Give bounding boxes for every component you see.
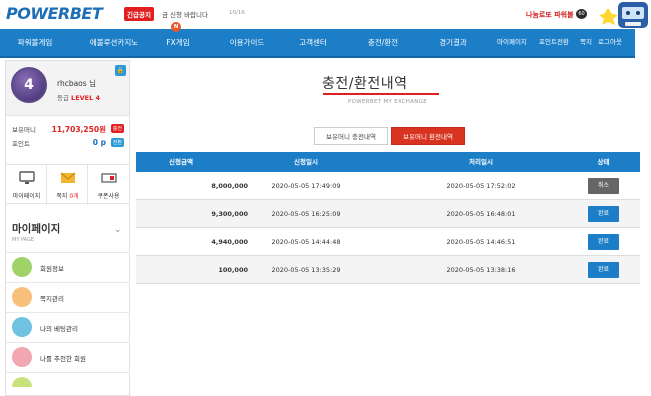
row-requested: 2020-05-05 13:35:29 bbox=[271, 266, 341, 274]
avatar: 4 bbox=[11, 67, 47, 103]
quick-coupon-button[interactable]: 쿠폰사용 bbox=[88, 165, 129, 205]
message-label: 쪽지 bbox=[56, 193, 68, 200]
nav-evolution-casino[interactable]: 에볼루션카지노 bbox=[72, 29, 156, 56]
header-status: 상태 bbox=[597, 158, 610, 166]
menu-referred-members-label: 나를 추천한 회원 bbox=[40, 355, 86, 363]
nav-point-convert-link[interactable]: 포인트전환 bbox=[539, 29, 569, 56]
title-underline bbox=[323, 93, 439, 95]
powerbet-logo[interactable]: POWERBET bbox=[6, 4, 103, 23]
row-processed: 2020-05-05 17:52:02 bbox=[446, 182, 516, 190]
status-complete-badge[interactable]: 완료 bbox=[588, 234, 619, 250]
timer-icon: 60 bbox=[576, 9, 587, 19]
mascot-character-icon bbox=[599, 2, 648, 28]
status-complete-badge[interactable]: 완료 bbox=[588, 206, 619, 222]
notice-counter: 10/16 bbox=[229, 10, 245, 16]
point-value: 0 p bbox=[92, 138, 106, 147]
quick-message-button[interactable]: 쪽지 0개 bbox=[47, 165, 88, 205]
row-amount: 8,000,000 bbox=[211, 182, 248, 190]
row-amount: 100,000 bbox=[218, 266, 248, 274]
nav-mypage-link[interactable]: 마이페이지 bbox=[497, 29, 527, 56]
row-requested: 2020-05-05 16:25:09 bbox=[271, 210, 341, 218]
money-row: 보유머니 11,703,250원 충전 bbox=[12, 124, 124, 134]
menu-message-manage[interactable]: 쪽지관리 bbox=[6, 282, 129, 311]
table-row: 8,000,000 2020-05-05 17:49:09 2020-05-05… bbox=[136, 172, 640, 200]
point-row: 포인트 0 p 전환 bbox=[12, 138, 124, 148]
nav-deposit-withdraw[interactable]: 충전/환전 bbox=[352, 29, 414, 56]
table-header: 신청금액 신청일시 처리일시 상태 bbox=[136, 152, 640, 172]
betting-person-icon bbox=[12, 317, 32, 337]
nav-user-guide[interactable]: 이용가이드 bbox=[213, 29, 281, 56]
message-count: 0개 bbox=[69, 193, 79, 200]
tab-withdraw-history[interactable]: 보유머니 환전내역 bbox=[391, 127, 465, 145]
header-processed: 처리일시 bbox=[469, 158, 493, 166]
table-row: 9,300,000 2020-05-05 16:25:09 2020-05-05… bbox=[136, 200, 640, 228]
mypage-section-title: 마이페이지 bbox=[12, 223, 61, 235]
money-value: 11,703,250원 bbox=[51, 125, 106, 134]
cancel-button[interactable]: 취소 bbox=[588, 178, 619, 194]
quick-menu: 마이페이지 쪽지 0개 쿠폰사용 bbox=[6, 164, 129, 205]
header-requested: 신청일시 bbox=[294, 158, 318, 166]
row-amount: 4,940,000 bbox=[211, 238, 248, 246]
coupon-icon bbox=[101, 173, 117, 183]
menu-referred-members[interactable]: 나를 추천한 회원 bbox=[6, 342, 129, 371]
profile-card: 4 rhcbaos 님 등급 LEVEL 4 🔒 bbox=[6, 61, 129, 116]
logo-text-bet: BET bbox=[69, 4, 103, 23]
username: rhcbaos 님 bbox=[57, 79, 96, 88]
nav-fx-game[interactable]: FX게임 bbox=[150, 29, 206, 56]
menu-member-info-label: 회원정보 bbox=[40, 265, 64, 273]
charge-button[interactable]: 충전 bbox=[110, 124, 124, 133]
level-label: 등급 bbox=[57, 94, 69, 102]
left-sidebar: 4 rhcbaos 님 등급 LEVEL 4 🔒 보유머니 11,703,250… bbox=[5, 60, 130, 396]
menu-next-item[interactable] bbox=[6, 372, 129, 387]
page-title: 충전/환전내역 bbox=[322, 76, 408, 92]
main-navigation: 파워볼게임 에볼루션카지노 FX게임 이용가이드 고객센터 충전/환전 경기결과… bbox=[0, 29, 635, 58]
menu-betting-manage-label: 나의 베팅관리 bbox=[40, 325, 78, 333]
member-card-icon bbox=[12, 257, 32, 277]
nav-customer-center[interactable]: 고객센터 bbox=[280, 29, 346, 56]
convert-button[interactable]: 전환 bbox=[110, 138, 124, 147]
row-processed: 2020-05-05 14:46:51 bbox=[446, 238, 516, 246]
row-processed: 2020-05-05 13:38:16 bbox=[446, 266, 516, 274]
envelope-icon bbox=[12, 287, 32, 307]
logo-text-power: POWER bbox=[6, 4, 70, 23]
header-amount: 신청금액 bbox=[169, 158, 193, 166]
row-amount: 9,300,000 bbox=[211, 210, 248, 218]
nanum-lotto-powerball-link[interactable]: 나눔로또 파워볼 bbox=[526, 10, 574, 20]
row-requested: 2020-05-05 14:44:48 bbox=[271, 238, 341, 246]
user-level: 등급 LEVEL 4 bbox=[57, 92, 100, 102]
money-label: 보유머니 bbox=[12, 126, 36, 134]
quick-mypage-label: 마이페이지 bbox=[12, 193, 41, 200]
lock-icon[interactable]: 🔒 bbox=[115, 65, 126, 76]
top-header: POWERBET 긴급공지 금 신청 바랍니다 10/16 나눔로또 파워볼 6… bbox=[0, 0, 651, 29]
envelope-icon bbox=[60, 172, 76, 183]
tab-deposit-history[interactable]: 보유머니 충전내역 bbox=[314, 127, 388, 145]
nav-game-results[interactable]: 경기결과 bbox=[418, 29, 488, 56]
mypage-section-subtitle: MY PAGE bbox=[12, 237, 35, 243]
table-row: 4,940,000 2020-05-05 14:44:48 2020-05-05… bbox=[136, 228, 640, 256]
quick-coupon-label: 쿠폰사용 bbox=[97, 193, 120, 200]
menu-member-info[interactable]: 회원정보 bbox=[6, 252, 129, 281]
nav-powerball-game[interactable]: 파워볼게임 bbox=[0, 29, 70, 56]
status-complete-badge[interactable]: 완료 bbox=[588, 262, 619, 278]
row-processed: 2020-05-05 16:48:01 bbox=[446, 210, 516, 218]
nav-logout-link[interactable]: 로그아웃 bbox=[598, 29, 622, 56]
partial-menu-icon bbox=[12, 377, 32, 387]
row-requested: 2020-05-05 17:49:09 bbox=[271, 182, 341, 190]
chevron-down-icon[interactable]: ⌄ bbox=[114, 225, 122, 235]
page-subtitle: POWERBET MY EXCHANGE bbox=[348, 99, 428, 105]
fx-new-badge: N bbox=[171, 22, 181, 32]
table-row: 100,000 2020-05-05 13:35:29 2020-05-05 1… bbox=[136, 256, 640, 284]
notice-ticker-text[interactable]: 금 신청 바랍니다 bbox=[162, 9, 208, 19]
menu-message-manage-label: 쪽지관리 bbox=[40, 295, 64, 303]
menu-betting-manage[interactable]: 나의 베팅관리 bbox=[6, 312, 129, 341]
notebook-icon bbox=[12, 347, 32, 367]
point-label: 포인트 bbox=[12, 140, 30, 148]
nav-message-link[interactable]: 쪽지 bbox=[580, 29, 592, 56]
quick-mypage-button[interactable]: 마이페이지 bbox=[6, 165, 47, 205]
monitor-icon bbox=[19, 171, 35, 184]
level-value: LEVEL 4 bbox=[71, 94, 101, 102]
avatar-level-number: 4 bbox=[24, 77, 34, 93]
quick-message-label: 쪽지 0개 bbox=[47, 191, 88, 200]
urgent-notice-badge: 긴급공지 bbox=[124, 7, 154, 21]
